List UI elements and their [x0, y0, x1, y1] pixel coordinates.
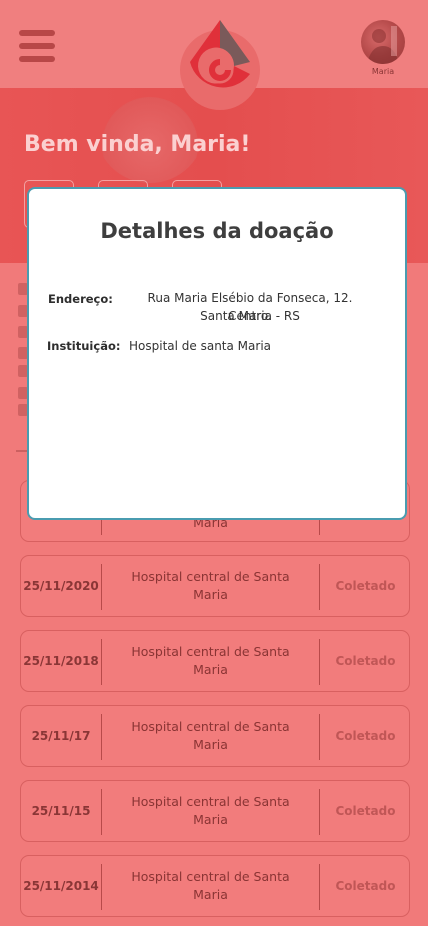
modal-title: Detalhes da doação — [100, 219, 334, 243]
donation-institution: Hospital central de Santa Maria — [131, 569, 290, 602]
donation-date: 25/11/2018 — [23, 654, 99, 668]
donation-institution: Hospital central de Santa Maria — [131, 869, 290, 902]
welcome-message: Bem vinda, Maria! — [24, 132, 251, 157]
donation-institution: Hospital central de Santa Maria — [131, 644, 290, 677]
donation-status: Coletado — [335, 804, 396, 818]
address-line-2: Santa Maria - RS — [200, 309, 300, 323]
donation-institution: Hospital central de Santa Maria — [131, 719, 290, 752]
blood-drop-logo — [172, 12, 268, 112]
donation-card[interactable]: 25/11/17 Hospital central de Santa Maria… — [20, 705, 410, 767]
institution-label: Instituição: — [47, 339, 121, 353]
donation-card[interactable]: 25/11/2014 Hospital central de Santa Mar… — [20, 855, 410, 917]
donation-institution: Hospital central de Santa Maria — [131, 794, 290, 827]
donation-card[interactable]: 25/11/2018 Hospital central de Santa Mar… — [20, 630, 410, 692]
donation-status: Coletado — [335, 654, 396, 668]
avatar-name: Maria — [371, 67, 395, 76]
donation-status: Coletado — [335, 579, 396, 593]
institution-value: Hospital de santa Maria — [129, 339, 272, 353]
donation-status: Coletado — [335, 729, 396, 743]
address-label: Endereço: — [48, 292, 113, 306]
donation-date: 25/11/17 — [31, 729, 91, 743]
donation-date: 25/11/2014 — [23, 879, 99, 893]
donation-date: 25/11/2020 — [23, 579, 99, 593]
donation-date: 25/11/15 — [31, 804, 91, 818]
donation-status: Coletado — [335, 879, 396, 893]
avatar[interactable] — [361, 20, 405, 64]
donation-card[interactable]: 25/11/2020 Hospital central de Santa Mar… — [20, 555, 410, 617]
menu-icon[interactable] — [19, 30, 55, 62]
donation-details-modal[interactable]: Detalhes da doação Endereço: Rua Maria E… — [27, 187, 407, 520]
user-photo-icon — [367, 26, 399, 64]
donation-card[interactable]: 25/11/15 Hospital central de Santa Maria… — [20, 780, 410, 842]
